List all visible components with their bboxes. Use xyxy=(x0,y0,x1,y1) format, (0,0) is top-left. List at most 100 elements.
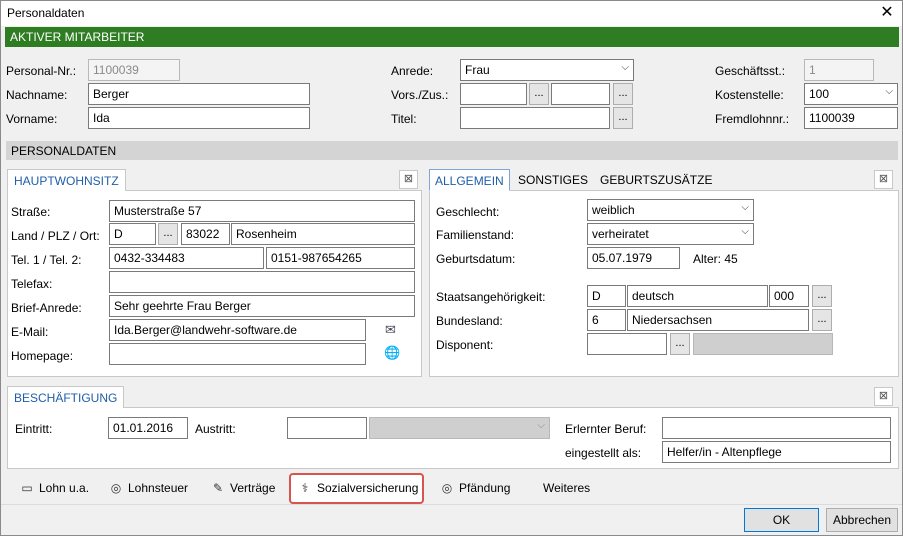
weiteres-button[interactable]: Weiteres xyxy=(537,475,596,503)
fremdlohnnr-field[interactable]: 1100039 xyxy=(804,107,898,129)
geburtsdatum-field[interactable]: 05.07.1979 xyxy=(587,247,680,269)
kostenstelle-label: Kostenstelle: xyxy=(715,88,784,102)
eingestellt-als-label: eingestellt als: xyxy=(565,446,642,460)
personal-nr-label: Personal-Nr.: xyxy=(6,64,77,78)
tel1-field[interactable]: 0432-334483 xyxy=(109,247,264,269)
strasse-label: Straße: xyxy=(11,205,51,219)
personal-nr-field[interactable]: 1100039 xyxy=(88,59,180,81)
collapse-icon[interactable]: ⊠ xyxy=(874,387,893,406)
globe-icon[interactable]: 🌐 xyxy=(384,346,400,361)
brief-anrede-field[interactable]: Sehr geehrte Frau Berger xyxy=(109,295,415,317)
bundesland-label: Bundesland: xyxy=(436,314,503,328)
vertraege-button[interactable]: ✎ Verträge xyxy=(204,475,281,503)
collapse-icon[interactable]: ⊠ xyxy=(874,170,893,189)
staat-code-field[interactable]: D xyxy=(587,285,626,307)
geschaeftsst-label: Geschäftsst.: xyxy=(715,64,786,78)
vorname-field[interactable]: Ida xyxy=(88,107,310,129)
zus-field[interactable] xyxy=(551,83,610,105)
vors-field[interactable] xyxy=(460,83,527,105)
contract-icon: ✎ xyxy=(212,481,224,495)
homepage-field[interactable] xyxy=(109,343,366,365)
vors-lookup-button[interactable]: ... xyxy=(529,83,549,105)
strasse-field[interactable]: Musterstraße 57 xyxy=(109,200,415,222)
land-lookup-button[interactable]: ... xyxy=(158,223,178,245)
title-bar xyxy=(1,1,902,26)
caduceus-icon: ⚕ xyxy=(301,481,309,495)
coins-icon: ◎ xyxy=(441,481,453,495)
austritt-grund-select: ⌵ xyxy=(369,417,550,439)
weiteres-label: Weiteres xyxy=(543,481,591,495)
bundesland-code-field[interactable]: 6 xyxy=(587,309,626,331)
anrede-select[interactable]: Frau ⌵ xyxy=(460,59,634,81)
coins-icon: ◎ xyxy=(110,481,122,495)
tab-beschaeftigung[interactable]: BESCHÄFTIGUNG xyxy=(7,386,125,408)
chevron-down-icon: ⌵ xyxy=(621,62,629,73)
tab-hauptwohnsitz[interactable]: HAUPTWOHNSITZ xyxy=(7,169,126,191)
eintritt-field[interactable]: 01.01.2016 xyxy=(108,417,188,439)
vertraege-label: Verträge xyxy=(230,481,276,495)
chevron-down-icon: ⌵ xyxy=(741,202,749,213)
staat-num-field[interactable]: 000 xyxy=(769,285,809,307)
kostenstelle-select[interactable]: 100 ⌵ xyxy=(804,83,898,105)
status-banner: AKTIVER MITARBEITER xyxy=(5,27,899,47)
email-label: E-Mail: xyxy=(11,325,49,339)
zus-lookup-button[interactable]: ... xyxy=(613,83,633,105)
telefax-field[interactable] xyxy=(109,271,415,293)
nachname-field[interactable]: Berger xyxy=(88,83,310,105)
chevron-down-icon: ⌵ xyxy=(741,226,749,237)
staatsangehoerigkeit-label: Staatsangehörigkeit: xyxy=(436,290,546,304)
lohnsteuer-label: Lohnsteuer xyxy=(128,481,189,495)
abbrechen-button[interactable]: Abbrechen xyxy=(826,508,898,532)
eintritt-label: Eintritt: xyxy=(15,422,53,436)
section-personaldaten: PERSONALDATEN xyxy=(6,141,898,160)
disponent-label: Disponent: xyxy=(436,338,494,352)
brief-anrede-label: Brief-Anrede: xyxy=(11,301,82,315)
tab-sonstiges[interactable]: SONSTIGES xyxy=(513,169,593,191)
austritt-field[interactable] xyxy=(287,417,367,439)
plz-field[interactable]: 83022 xyxy=(181,223,230,245)
land-field[interactable]: D xyxy=(109,223,156,245)
sozialversicherung-button[interactable]: ⚕ Sozialversicherung xyxy=(289,473,424,504)
bundesland-lookup-button[interactable]: ... xyxy=(812,309,832,331)
staat-name-field[interactable]: deutsch xyxy=(627,285,768,307)
chevron-down-icon: ⌵ xyxy=(885,86,893,97)
ok-button[interactable]: OK xyxy=(744,508,819,532)
window: Personaldaten ✕ AKTIVER MITARBEITER Pers… xyxy=(0,0,903,536)
anrede-value: Frau xyxy=(465,63,490,77)
geburtsdatum-label: Geburtsdatum: xyxy=(436,252,516,266)
titel-lookup-button[interactable]: ... xyxy=(613,107,633,129)
geschlecht-value: weiblich xyxy=(592,203,635,217)
mail-icon[interactable]: ✉ xyxy=(385,322,396,338)
land-plz-ort-label: Land / PLZ / Ort: xyxy=(11,229,100,243)
anrede-label: Anrede: xyxy=(391,64,434,78)
staat-lookup-button[interactable]: ... xyxy=(812,285,832,307)
nachname-label: Nachname: xyxy=(6,88,68,102)
tel2-field[interactable]: 0151-987654265 xyxy=(266,247,415,269)
disponent-lookup-button[interactable]: ... xyxy=(670,333,690,355)
lohn-button[interactable]: ▭ Lohn u.a. xyxy=(13,475,95,503)
window-title: Personaldaten xyxy=(7,6,85,20)
kostenstelle-value: 100 xyxy=(809,87,830,101)
bundesland-name-field[interactable]: Niedersachsen xyxy=(627,309,809,331)
tab-allgemein[interactable]: ALLGEMEIN xyxy=(429,169,510,191)
sozialversicherung-label: Sozialversicherung xyxy=(317,481,419,495)
erlernter-beruf-field[interactable] xyxy=(662,417,891,439)
email-field[interactable]: Ida.Berger@landwehr-software.de xyxy=(109,319,366,341)
money-icon: ▭ xyxy=(21,481,33,495)
familienstand-label: Familienstand: xyxy=(436,228,515,242)
geschlecht-select[interactable]: weiblich ⌵ xyxy=(587,199,754,221)
close-icon[interactable]: ✕ xyxy=(874,2,900,24)
eingestellt-als-field[interactable]: Helfer/in - Altenpflege xyxy=(662,441,891,463)
pfaendung-button[interactable]: ◎ Pfändung xyxy=(433,475,516,503)
lohnsteuer-button[interactable]: ◎ Lohnsteuer xyxy=(102,475,194,503)
tab-geburtszusaetze[interactable]: GEBURTSZUSÄTZE xyxy=(595,169,717,191)
collapse-icon[interactable]: ⊠ xyxy=(399,170,418,189)
disponent-field[interactable] xyxy=(587,333,667,355)
titel-field[interactable] xyxy=(460,107,610,129)
geschaeftsst-field[interactable]: 1 xyxy=(804,59,874,81)
ort-field[interactable]: Rosenheim xyxy=(231,223,415,245)
pfaendung-label: Pfändung xyxy=(459,481,511,495)
telefax-label: Telefax: xyxy=(11,277,53,291)
geschlecht-label: Geschlecht: xyxy=(436,205,500,219)
familienstand-select[interactable]: verheiratet ⌵ xyxy=(587,223,754,245)
